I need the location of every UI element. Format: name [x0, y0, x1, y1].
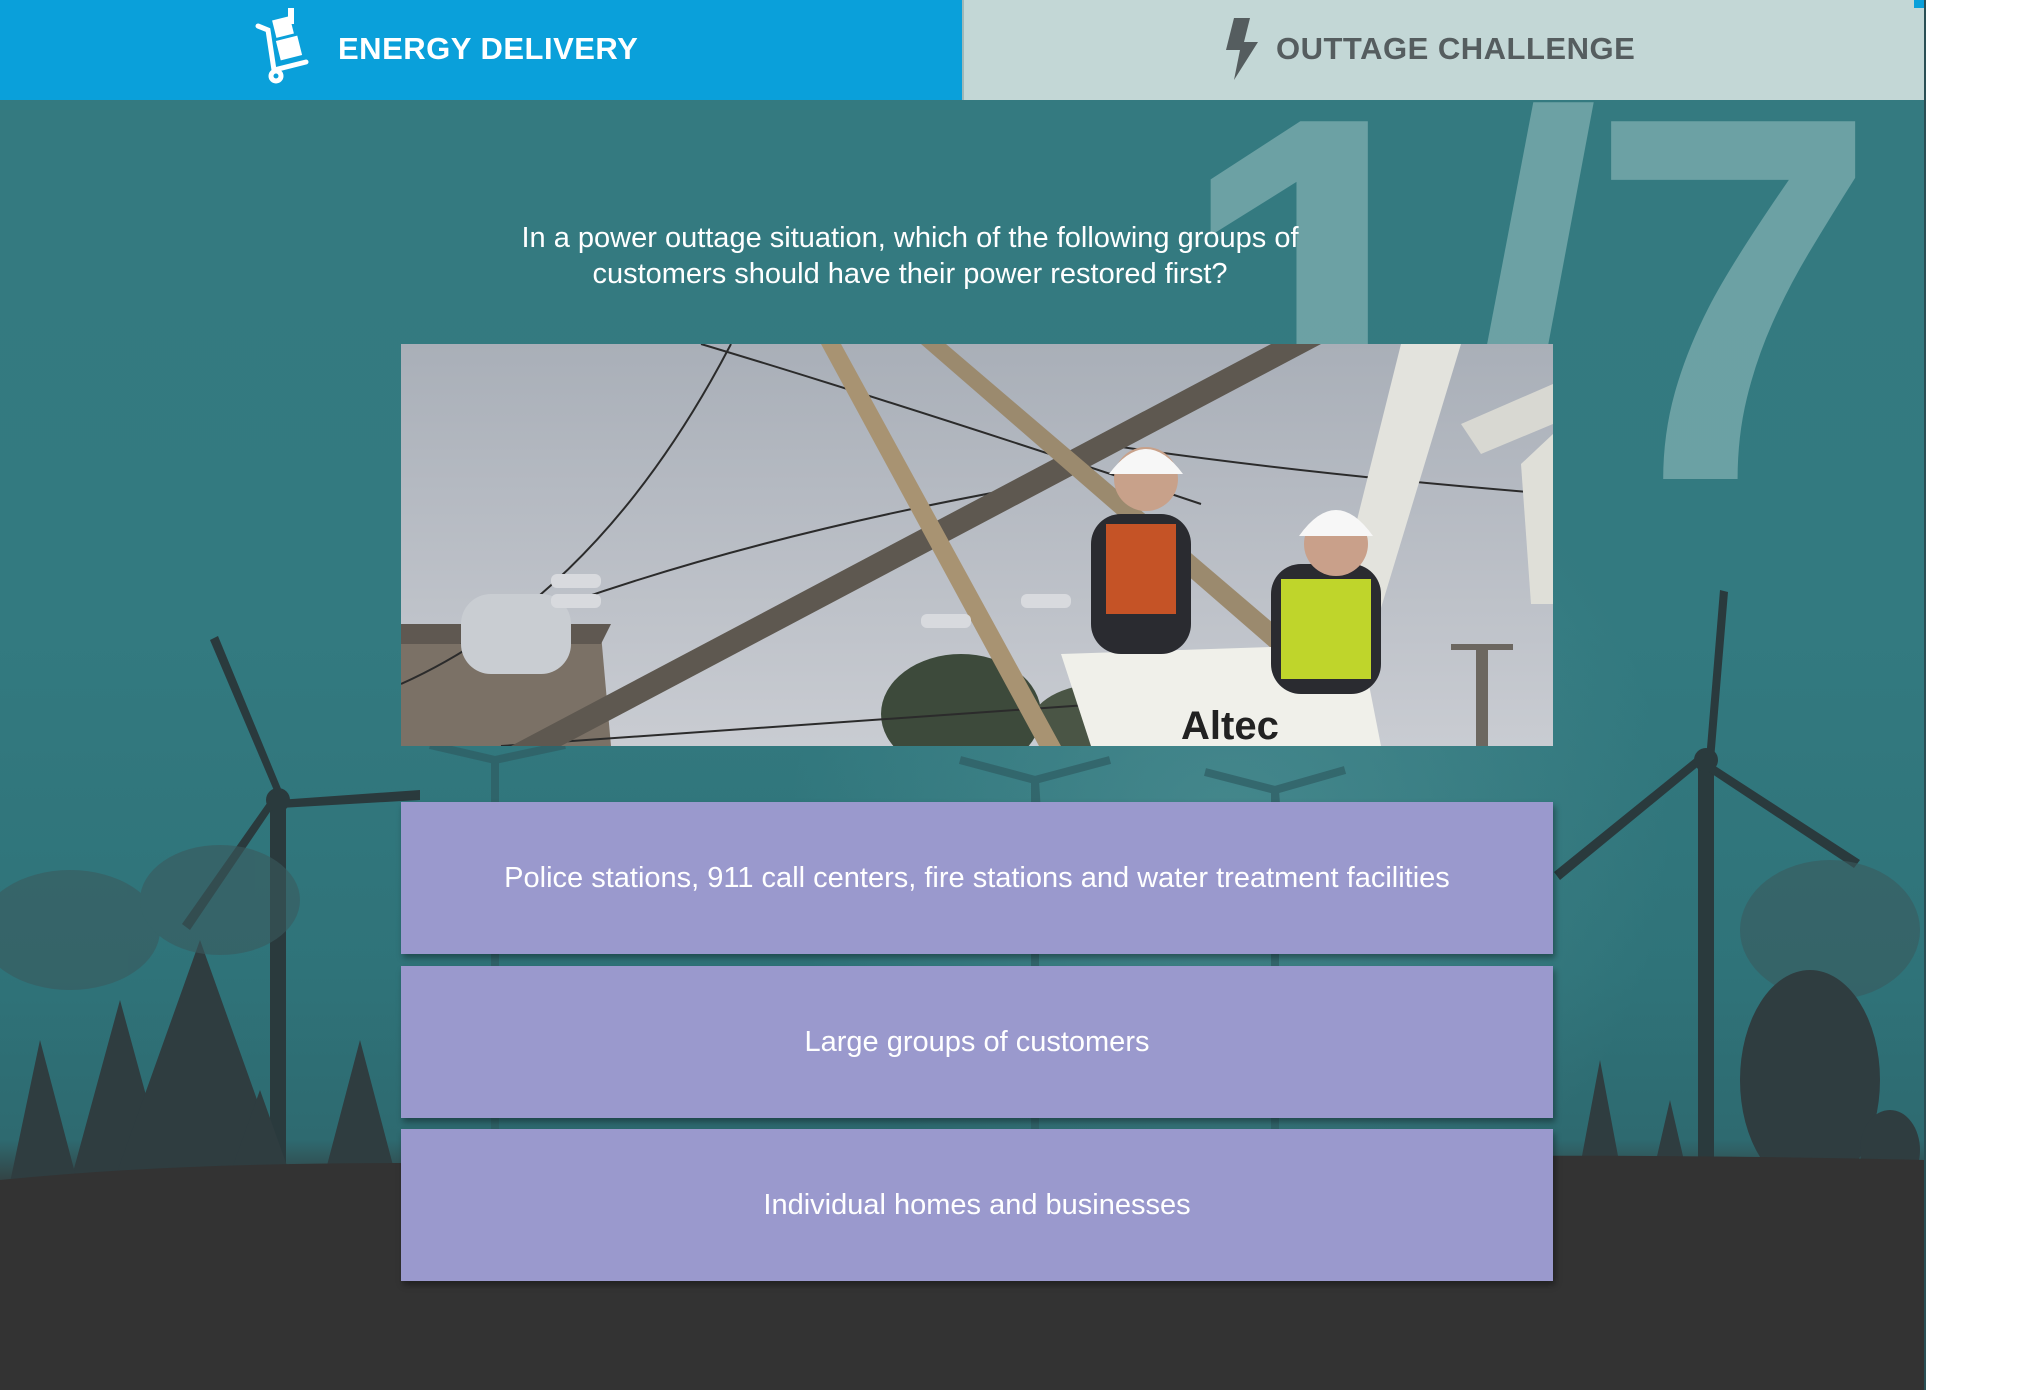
answer-option[interactable]: Individual homes and businesses — [401, 1129, 1553, 1281]
line-workers-photo: Altec — [401, 344, 1553, 746]
tab-energy-delivery[interactable]: ENERGY DELIVERY — [0, 0, 962, 100]
quiz-screen: ENERGY DELIVERY OUTTAGE CHALLENGE 1/7 In… — [0, 0, 1926, 1390]
hand-truck-icon — [254, 4, 314, 92]
answer-option[interactable]: Large groups of customers — [401, 966, 1553, 1118]
answer-option[interactable]: Police stations, 911 call centers, fire … — [401, 802, 1553, 954]
answer-option-label: Individual homes and businesses — [763, 1188, 1191, 1221]
tab-energy-delivery-label: ENERGY DELIVERY — [338, 31, 639, 66]
tab-marker — [1914, 0, 1924, 8]
bucket-label: Altec — [1181, 704, 1279, 746]
answer-option-label: Large groups of customers — [804, 1025, 1150, 1058]
tab-marker — [950, 0, 962, 8]
counter-total: 7 — [1588, 9, 1878, 590]
answer-option-label: Police stations, 911 call centers, fire … — [504, 861, 1450, 894]
question-text: In a power outtage situation, which of t… — [521, 222, 1299, 290]
